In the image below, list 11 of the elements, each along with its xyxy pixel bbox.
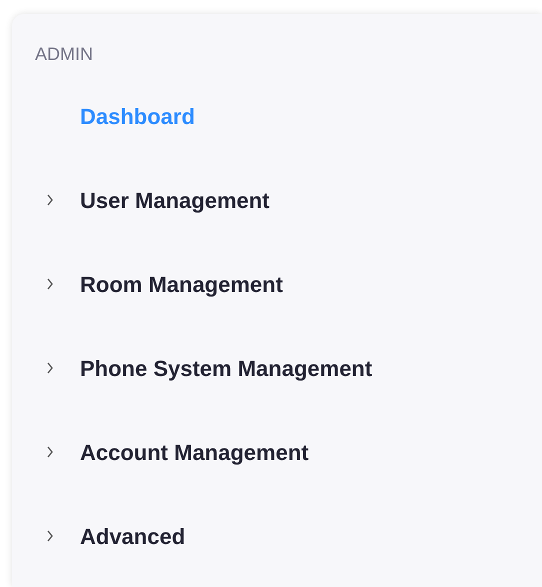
chevron-icon[interactable] [45, 194, 55, 206]
section-heading: ADMIN [35, 43, 93, 66]
sidebar-item[interactable]: Room Management [80, 268, 283, 300]
chevron-icon[interactable] [45, 278, 55, 290]
sidebar-item[interactable]: Advanced [80, 520, 186, 552]
sidebar-item[interactable]: User Management [80, 184, 270, 216]
sidebar-item[interactable]: Phone System Management [80, 352, 372, 384]
chevron-icon[interactable] [45, 362, 55, 374]
sidebar-item[interactable]: Account Management [80, 436, 309, 468]
chevron-icon[interactable] [45, 446, 55, 458]
chevron-icon[interactable] [45, 530, 55, 542]
